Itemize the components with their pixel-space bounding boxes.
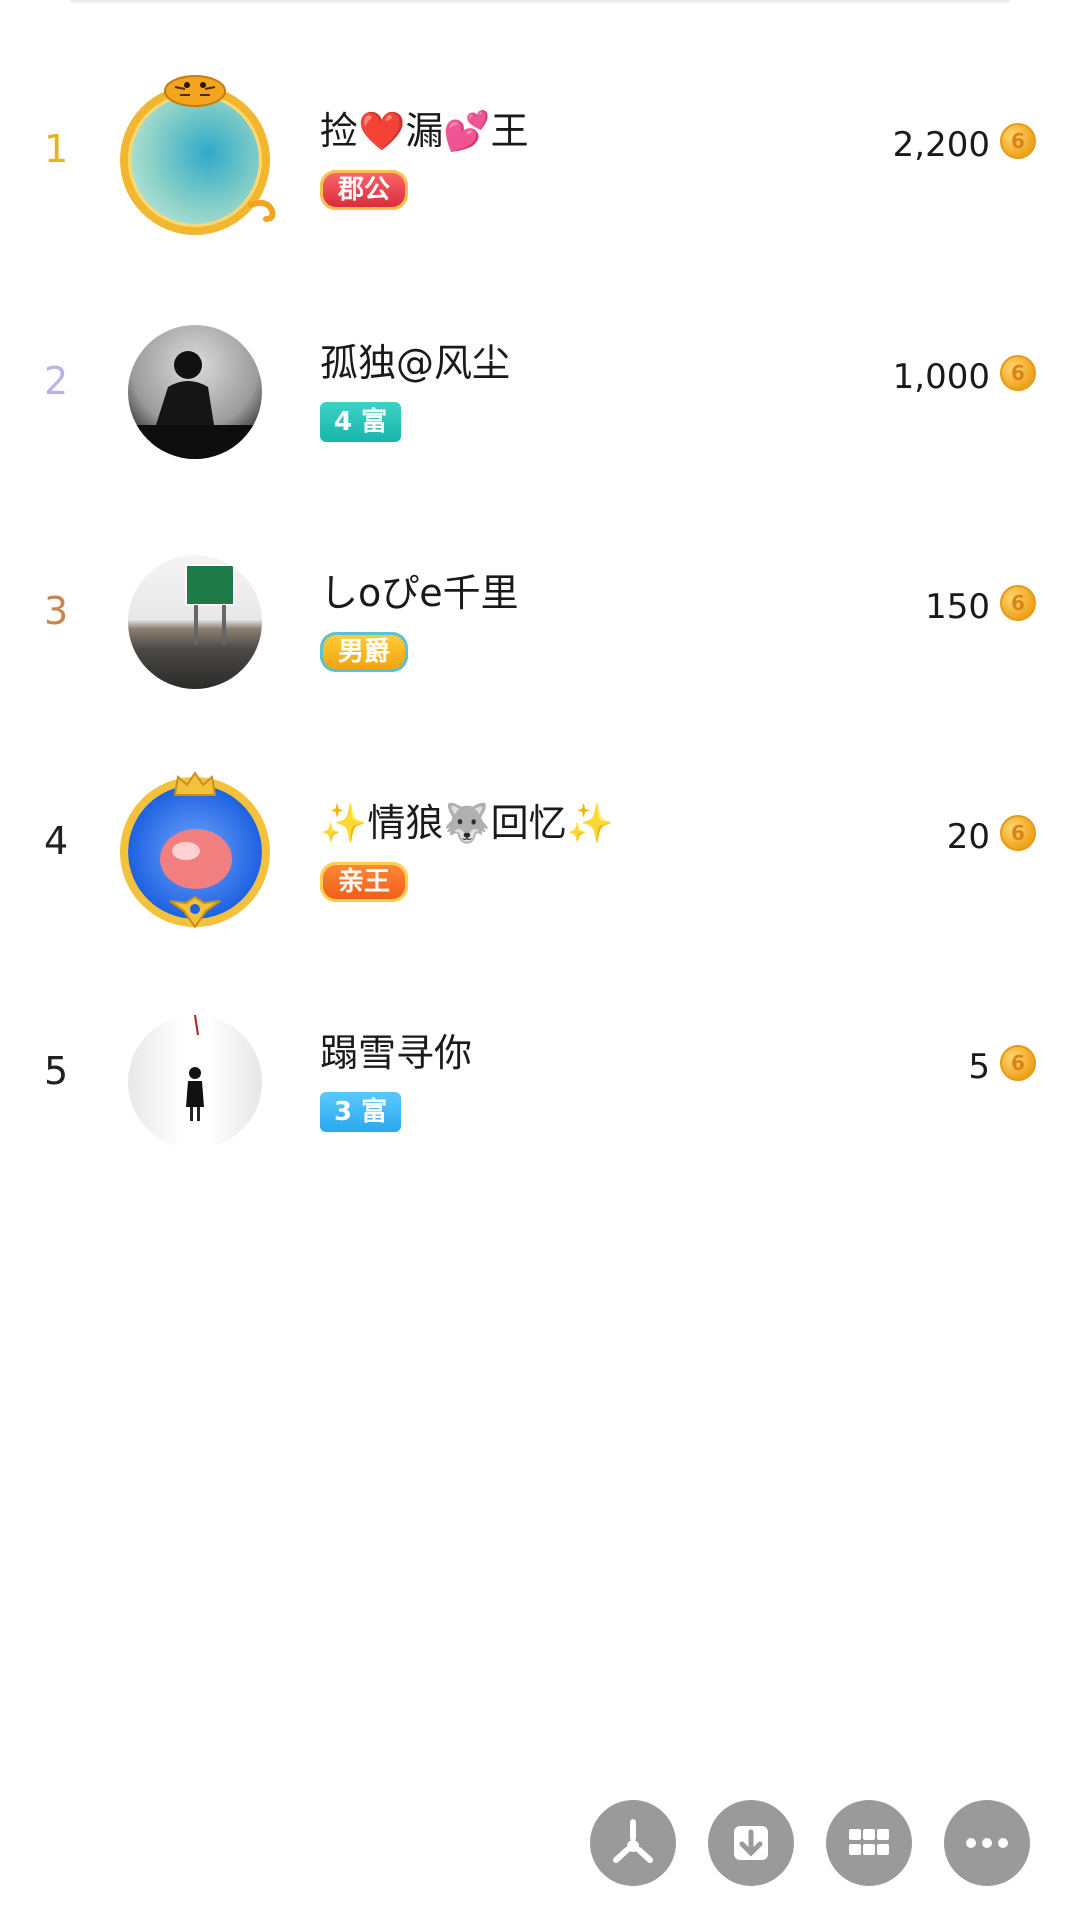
list-item[interactable]: 1 捡❤️漏💕王 郡公 2,200 6 (0, 55, 1080, 255)
gift-score: 5 (968, 1047, 990, 1087)
coin-icon: 6 (1000, 1045, 1036, 1081)
crown-icon (173, 771, 217, 796)
download-icon (734, 1826, 768, 1860)
avatar[interactable] (120, 75, 276, 235)
rank-number: 3 (44, 589, 69, 633)
avatar[interactable] (120, 771, 270, 929)
avatar[interactable] (120, 547, 270, 697)
coin-icon: 6 (1000, 585, 1036, 621)
wing-emblem-icon (169, 895, 221, 929)
rank-number: 5 (44, 1049, 69, 1093)
rank-number: 2 (44, 359, 69, 403)
avatar-image (128, 555, 262, 689)
more-button[interactable] (944, 1800, 1030, 1886)
wealth-badge: 4 富 (320, 402, 402, 442)
gift-score: 150 (925, 587, 990, 627)
gift-score: 1,000 (892, 357, 990, 397)
more-icon (966, 1838, 1008, 1848)
road-sign-icon (185, 564, 235, 645)
user-name: ✨情狼🐺回忆✨ (320, 801, 614, 845)
wealth-badge: 3 富 (320, 1092, 402, 1132)
tiger-tail-icon (248, 200, 276, 222)
list-item[interactable]: 5 蹋雪寻你 3 富 5 6 (0, 977, 1080, 1177)
grid-button[interactable] (826, 1800, 912, 1886)
coin-icon: 6 (1000, 815, 1036, 851)
download-button[interactable] (708, 1800, 794, 1886)
person-silhouette-icon (128, 351, 262, 459)
floating-actions (590, 1800, 1030, 1886)
top-divider (70, 0, 1010, 4)
tiger-head-icon (164, 75, 226, 107)
rank-number: 1 (44, 127, 69, 171)
avatar[interactable] (120, 317, 270, 467)
user-name: 捡❤️漏💕王 (320, 109, 529, 153)
avatar-image (128, 1015, 262, 1149)
girl-figure-icon (186, 1015, 204, 1121)
share-icon (613, 1819, 653, 1863)
coin-icon: 6 (1000, 355, 1036, 391)
user-name: しoぴe千里 (320, 571, 519, 615)
rank-number: 4 (44, 819, 69, 863)
list-item[interactable]: 2 孤独@风尘 4 富 1,000 6 (0, 287, 1080, 487)
gift-score: 20 (946, 817, 990, 857)
list-item[interactable]: 4 ✨情狼🐺回忆✨ 亲王 20 6 (0, 747, 1080, 947)
rank-badge: 亲王 (320, 862, 409, 902)
avatar[interactable] (120, 1007, 270, 1157)
grid-icon (849, 1829, 889, 1855)
coin-icon: 6 (1000, 123, 1036, 159)
rank-badge: 男爵 (320, 632, 409, 672)
gift-score: 2,200 (892, 125, 990, 165)
user-name: 蹋雪寻你 (320, 1031, 473, 1075)
user-name: 孤独@风尘 (320, 341, 511, 385)
avatar-image (128, 325, 262, 459)
list-item[interactable]: 3 しoぴe千里 男爵 150 6 (0, 517, 1080, 717)
share-button[interactable] (590, 1800, 676, 1886)
rank-badge: 郡公 (320, 170, 409, 210)
